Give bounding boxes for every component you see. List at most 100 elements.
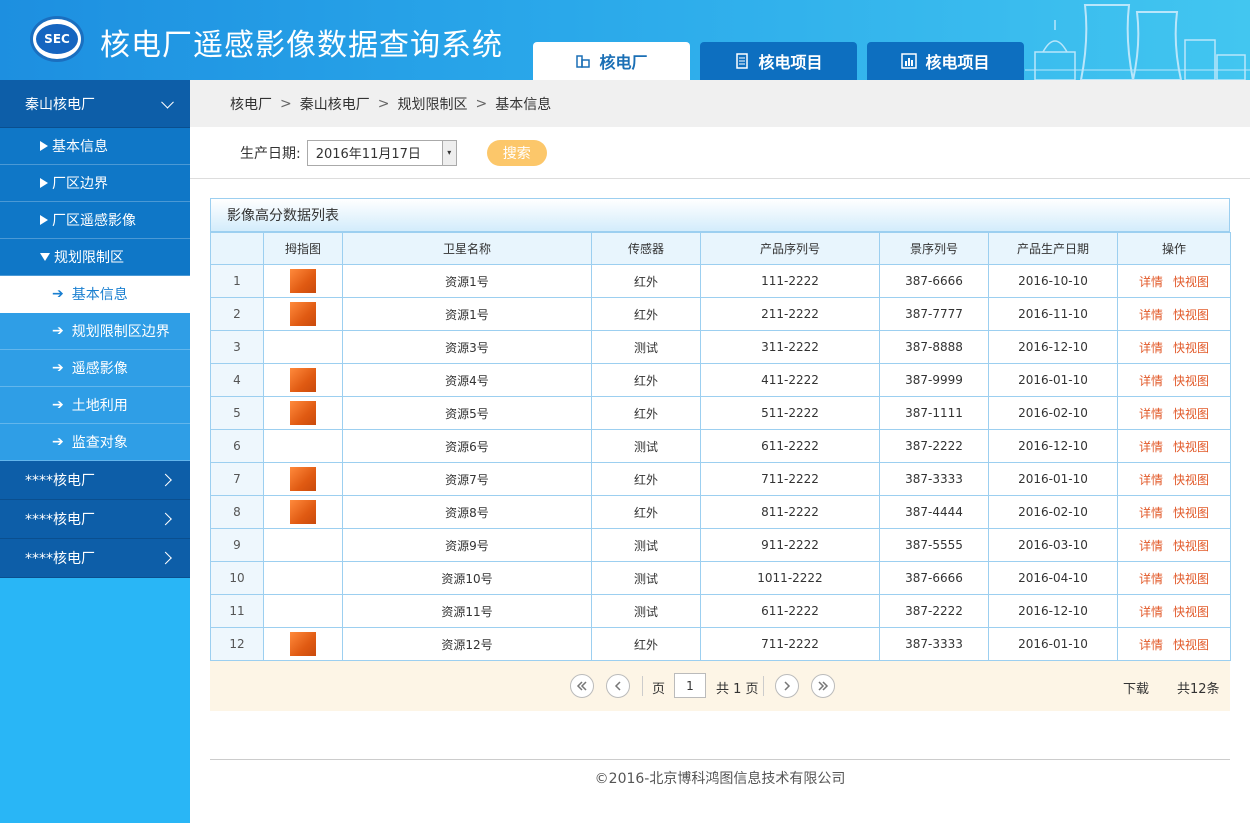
scene-id-cell: 387-9999 xyxy=(879,363,989,397)
detail-link[interactable]: 详情 xyxy=(1139,638,1163,652)
last-page-button[interactable] xyxy=(811,674,835,698)
tab-nuclear-project-1[interactable]: 核电项目 xyxy=(700,42,857,80)
detail-link[interactable]: 详情 xyxy=(1139,407,1163,421)
quickview-link[interactable]: 快视图 xyxy=(1173,341,1209,355)
logo-text: SEC xyxy=(36,24,78,54)
production-date-cell: 2016-01-10 xyxy=(988,627,1118,661)
production-date-cell: 2016-02-10 xyxy=(988,495,1118,529)
table-row: 2 资源1号 红外 211-2222 387-7777 2016-11-10 详情 快视图 xyxy=(210,297,1231,331)
thumbnail-image[interactable] xyxy=(290,269,316,293)
detail-link[interactable]: 详情 xyxy=(1139,440,1163,454)
scene-id-cell: 387-3333 xyxy=(879,627,989,661)
detail-link[interactable]: 详情 xyxy=(1139,341,1163,355)
satellite-name-cell: 资源7号 xyxy=(342,462,592,496)
product-id-cell: 711-2222 xyxy=(700,627,880,661)
tab-nuclear-plant[interactable]: 核电厂 xyxy=(533,42,690,80)
detail-link[interactable]: 详情 xyxy=(1139,539,1163,553)
quickview-link[interactable]: 快视图 xyxy=(1173,275,1209,289)
sidebar-item-plant-boundary[interactable]: 厂区边界 xyxy=(0,165,190,202)
scene-id-cell: 387-3333 xyxy=(879,462,989,496)
dropdown-arrow-icon[interactable]: ▾ xyxy=(441,140,456,165)
thumbnail-image[interactable] xyxy=(290,500,316,524)
col-header-production-date: 产品生产日期 xyxy=(988,232,1118,265)
product-id-cell: 911-2222 xyxy=(700,528,880,562)
quickview-link[interactable]: 快视图 xyxy=(1173,572,1209,586)
copyright-footer: ©2016-北京博科鸿图信息技术有限公司 xyxy=(594,771,846,787)
breadcrumb-item[interactable]: 规划限制区 xyxy=(397,94,467,114)
table-row: 3 资源3号 测试 311-2222 387-8888 2016-12-10 详情 快视图 xyxy=(210,330,1231,364)
imagery-data-panel: 影像高分数据列表 拇指图 卫星名称 传感器 产品序列号 景序列号 产品生产日期 … xyxy=(210,198,1231,661)
search-button[interactable]: 搜索 xyxy=(486,139,547,166)
sidebar-item-plant-imagery[interactable]: 厂区遥感影像 xyxy=(0,202,190,239)
actions-cell: 详情 快视图 xyxy=(1117,627,1231,661)
quickview-link[interactable]: 快视图 xyxy=(1173,539,1209,553)
breadcrumb: 核电厂 > 秦山核电厂 > 规划限制区 > 基本信息 xyxy=(190,80,1250,127)
footer-divider xyxy=(210,759,1230,760)
sidebar-subitem-basic-info[interactable]: ➔ 基本信息 xyxy=(0,276,190,313)
satellite-name-cell: 资源1号 xyxy=(342,297,592,331)
quickview-link[interactable]: 快视图 xyxy=(1173,308,1209,322)
col-header-index xyxy=(210,232,264,265)
thumbnail-image[interactable] xyxy=(290,368,316,392)
thumbnail-image[interactable] xyxy=(290,302,316,326)
breadcrumb-item[interactable]: 核电厂 xyxy=(230,94,272,114)
col-header-thumbnail: 拇指图 xyxy=(263,232,343,265)
thumbnail-image[interactable] xyxy=(290,401,316,425)
page-number-input[interactable]: 1 xyxy=(674,673,706,698)
thumbnail-image[interactable] xyxy=(290,632,316,656)
quickview-link[interactable]: 快视图 xyxy=(1173,605,1209,619)
first-page-button[interactable] xyxy=(570,674,594,698)
detail-link[interactable]: 详情 xyxy=(1139,308,1163,322)
pager-divider xyxy=(642,676,643,696)
breadcrumb-item[interactable]: 秦山核电厂 xyxy=(300,94,370,114)
sidebar-subitem-restricted-boundary[interactable]: ➔ 规划限制区边界 xyxy=(0,313,190,350)
app-header: SEC 核电厂遥感影像数据查询系统 核电厂 核电项目 核电项目 xyxy=(0,0,1250,80)
scene-id-cell: 387-6666 xyxy=(879,264,989,298)
triangle-right-icon xyxy=(40,178,48,188)
thumbnail-image[interactable] xyxy=(290,467,316,491)
sidebar-subitem-land-use[interactable]: ➔ 土地利用 xyxy=(0,387,190,424)
quickview-link[interactable]: 快视图 xyxy=(1173,473,1209,487)
prev-page-button[interactable] xyxy=(606,674,630,698)
download-link[interactable]: 下载 xyxy=(1123,678,1149,697)
production-date-cell: 2016-10-10 xyxy=(988,264,1118,298)
quickview-link[interactable]: 快视图 xyxy=(1173,638,1209,652)
arrow-right-icon: ➔ xyxy=(52,360,64,376)
satellite-name-cell: 资源3号 xyxy=(342,330,592,364)
sidebar-item-planning-restricted[interactable]: 规划限制区 xyxy=(0,239,190,276)
next-page-button[interactable] xyxy=(775,674,799,698)
detail-link[interactable]: 详情 xyxy=(1139,572,1163,586)
col-header-actions: 操作 xyxy=(1117,232,1231,265)
product-id-cell: 1011-2222 xyxy=(700,561,880,595)
scene-id-cell: 387-4444 xyxy=(879,495,989,529)
sidebar-item-qinshan[interactable]: 秦山核电厂 xyxy=(0,80,190,128)
sidebar-item-plant-3[interactable]: ****核电厂 xyxy=(0,500,190,539)
scene-id-cell: 387-2222 xyxy=(879,429,989,463)
production-date-picker[interactable]: 2016年11月17日 ▾ xyxy=(306,139,457,166)
sidebar-item-label: 秦山核电厂 xyxy=(25,96,95,113)
satellite-name-cell: 资源12号 xyxy=(342,627,592,661)
sensor-cell: 测试 xyxy=(591,594,701,628)
detail-link[interactable]: 详情 xyxy=(1139,473,1163,487)
quickview-link[interactable]: 快视图 xyxy=(1173,374,1209,388)
sidebar-subitem-monitor-object[interactable]: ➔ 监查对象 xyxy=(0,424,190,461)
detail-link[interactable]: 详情 xyxy=(1139,275,1163,289)
thumbnail-cell xyxy=(263,297,343,331)
sidebar-item-basic-info[interactable]: 基本信息 xyxy=(0,128,190,165)
sensor-cell: 测试 xyxy=(591,528,701,562)
detail-link[interactable]: 详情 xyxy=(1139,374,1163,388)
sidebar-item-plant-2[interactable]: ****核电厂 xyxy=(0,461,190,500)
sidebar-subitem-remote-imagery[interactable]: ➔ 遥感影像 xyxy=(0,350,190,387)
sidebar-item-plant-4[interactable]: ****核电厂 xyxy=(0,539,190,578)
quickview-link[interactable]: 快视图 xyxy=(1173,440,1209,454)
quickview-link[interactable]: 快视图 xyxy=(1173,407,1209,421)
row-index-cell: 6 xyxy=(210,429,264,463)
detail-link[interactable]: 详情 xyxy=(1139,605,1163,619)
page-label: 页 xyxy=(652,682,666,697)
detail-link[interactable]: 详情 xyxy=(1139,506,1163,520)
thumbnail-cell xyxy=(263,396,343,430)
imagery-table: 拇指图 卫星名称 传感器 产品序列号 景序列号 产品生产日期 操作 1 资源1号红… xyxy=(210,232,1231,661)
quickview-link[interactable]: 快视图 xyxy=(1173,506,1209,520)
tab-nuclear-project-2[interactable]: 核电项目 xyxy=(867,42,1024,80)
product-id-cell: 211-2222 xyxy=(700,297,880,331)
